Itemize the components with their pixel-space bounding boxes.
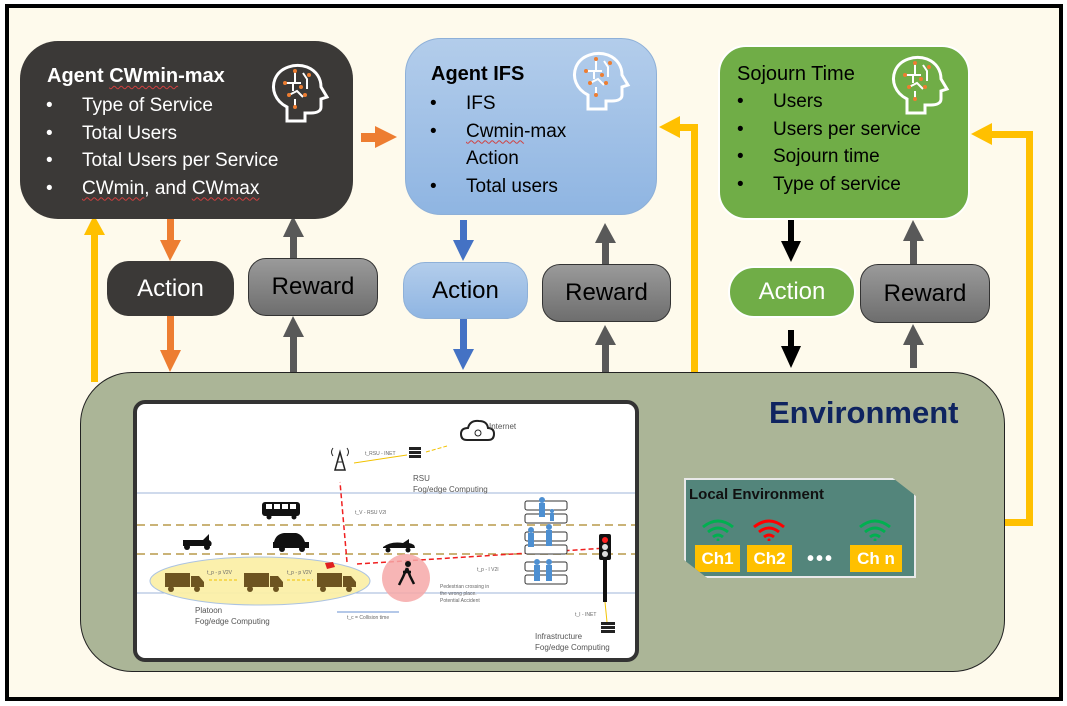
list-item: • Cwmin-max xyxy=(430,120,567,142)
arrow-ifs-to-action xyxy=(453,220,474,261)
environment-title: Environment xyxy=(769,395,959,430)
agent-ifs-list: • IFS • Cwmin-max Action • Total users xyxy=(430,90,566,200)
arrow-sojourn-to-action xyxy=(781,220,801,262)
link-rsu-label: t_RSU - INET xyxy=(365,451,396,457)
list-item: • IFS xyxy=(430,93,496,114)
agent-ifs-title-text: Agent IFS xyxy=(431,63,525,85)
pedestrian-note-2: the wrong place. xyxy=(440,591,477,597)
link-server-internet xyxy=(425,445,448,453)
list-item-continuation: Action xyxy=(466,148,519,169)
internet-label: Internet xyxy=(489,422,517,431)
channel-ellipsis: ••• xyxy=(807,548,835,570)
channel-ch2: Ch2 xyxy=(747,545,792,572)
channel-chn: Ch n xyxy=(850,545,902,572)
channel-ch1: Ch1 xyxy=(695,545,740,572)
arrow-cw-to-action xyxy=(160,219,181,261)
platoon-label: Platoon xyxy=(195,606,223,615)
agent-cwminmax-list: • Type of Service • Total Users • Total Use… xyxy=(46,92,278,202)
arrow-action-to-env-sojourn xyxy=(781,330,801,368)
infra-label: Infrastructure xyxy=(535,632,583,641)
agent-ifs-box: Agent IFS • IFS • Cwmin-max Action • Total … xyxy=(405,38,657,215)
arrow-env-to-ifs-feedback xyxy=(659,116,698,372)
list-item: • Type of Service xyxy=(46,95,213,116)
link-infra xyxy=(604,601,608,623)
brain-circuit-icon xyxy=(272,64,330,123)
reward-sojourn: Reward xyxy=(860,264,990,323)
agent-ifs-title: Agent IFS xyxy=(431,63,524,86)
link-v2v-label-1: t_p - p V2V xyxy=(207,570,233,576)
convertible-icon xyxy=(383,539,415,553)
vehicular-scene-image: Internet t_RSU - INET RSU Fog/edge Compu… xyxy=(133,400,639,662)
car-icon xyxy=(273,533,309,552)
wifi-icon-ch2 xyxy=(753,519,785,541)
link-v2i-label: t_V - RSU V2I xyxy=(355,510,387,516)
list-item: • Total Users xyxy=(46,122,178,144)
reward-cwminmax: Reward xyxy=(248,258,378,316)
list-item: • Users per service xyxy=(737,118,921,140)
arrow-reward-to-sojourn xyxy=(903,220,924,264)
traffic-light-icon xyxy=(599,534,611,602)
rsu-label: RSU xyxy=(413,474,430,483)
arrow-reward-to-cw xyxy=(283,216,304,258)
arrow-env-to-reward-ifs xyxy=(595,325,616,372)
arrow-action-to-env-cw xyxy=(160,316,181,372)
link-v2i-2-label: t_p - I V2I xyxy=(477,567,499,573)
pedestrian-danger-zone xyxy=(382,554,430,602)
server-icon xyxy=(409,447,421,458)
environment-box: Environment Internet t_RSU - INET RSU Fo… xyxy=(80,372,1005,672)
scooter-icon xyxy=(183,534,212,550)
list-item: • Sojourn time xyxy=(737,146,880,167)
pedestrian-note-1: Pedestrian crossing in xyxy=(440,584,490,590)
spellcheck-underline: CWmin xyxy=(109,65,179,87)
infra-sublabel: Fog/edge Computing xyxy=(535,643,610,652)
brain-circuit-icon xyxy=(892,56,950,115)
agent-sojourn-box: Sojourn Time • Users • Users per service •… xyxy=(718,45,970,220)
agent-sojourn-title-text: Sojourn Time xyxy=(737,63,855,85)
list-item: • Total Users per Service xyxy=(46,150,279,171)
action-ifs: Action xyxy=(403,262,528,319)
agent-cwminmax-title: Agent CWmin-max xyxy=(47,65,225,88)
action-cwminmax: Action xyxy=(107,261,234,316)
link-infra-label: t_I - INET xyxy=(575,612,597,618)
platoon-sublabel: Fog/edge Computing xyxy=(195,617,270,626)
arrow-env-to-reward-cw xyxy=(283,316,304,372)
wifi-icon-chn xyxy=(859,519,891,541)
brain-circuit-icon xyxy=(573,52,631,111)
link-v2i xyxy=(339,481,348,563)
local-environment-box: Local Environment Ch1 Ch2 ••• Ch n xyxy=(684,478,916,578)
agent-sojourn-title: Sojourn Time xyxy=(737,63,855,86)
arrow-action-to-env-ifs xyxy=(453,319,474,370)
cell-tower-icon xyxy=(331,447,349,471)
infra-server-icon xyxy=(601,622,615,633)
pedestrian-note-3: Potential Accident xyxy=(440,598,480,604)
collision-time-label: t_c = Collision time xyxy=(347,615,390,621)
list-item: • Total users xyxy=(430,175,558,197)
local-environment-title: Local Environment xyxy=(689,486,825,503)
reward-ifs: Reward xyxy=(542,264,671,322)
spellcheck-underline: Cwmin xyxy=(466,120,525,142)
arrow-reward-to-ifs xyxy=(595,223,616,264)
rsu-sublabel: Fog/edge Computing xyxy=(413,485,488,494)
arrow-cw-to-ifs xyxy=(361,126,397,148)
list-item: • CWmin, and CWmax xyxy=(46,177,260,199)
arrow-env-to-reward-sojourn xyxy=(903,324,924,368)
agent-cwminmax-box: Agent CWmin-max • Type of Service • Total … xyxy=(20,41,353,219)
wifi-icon-ch1 xyxy=(702,519,734,541)
list-item: • Type of service xyxy=(737,173,901,195)
agent-cwminmax-title-text: Agent CWmin-max xyxy=(47,65,225,87)
bus-icon xyxy=(262,502,300,520)
action-sojourn: Action xyxy=(728,266,856,318)
link-v2v-label-2: t_p - p V2V xyxy=(287,570,313,576)
arrow-env-to-cw-feedback xyxy=(84,215,105,382)
